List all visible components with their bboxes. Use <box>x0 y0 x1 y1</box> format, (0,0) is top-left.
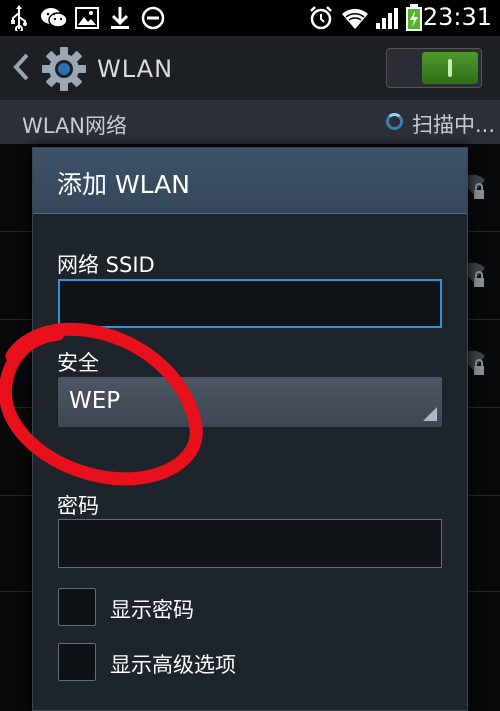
page-title: WLAN <box>97 55 174 83</box>
toggle-thumb-on <box>422 52 478 84</box>
wifi-icon <box>340 4 370 32</box>
usb-icon <box>8 4 30 32</box>
show-password-option[interactable]: 显示密码 <box>58 588 438 628</box>
show-password-label: 显示密码 <box>110 598 194 622</box>
dialog-title: 添加 WLAN <box>57 170 190 199</box>
signal-icon <box>374 4 400 32</box>
status-bar: 23:31 <box>0 0 500 36</box>
download-icon <box>108 4 132 32</box>
show-password-checkbox[interactable] <box>58 588 96 626</box>
settings-gear-icon[interactable] <box>40 45 88 97</box>
image-icon <box>74 4 100 32</box>
show-advanced-checkbox[interactable] <box>58 643 96 681</box>
back-chevron-icon[interactable] <box>12 52 30 86</box>
do-not-disturb-icon <box>140 4 166 32</box>
scanning-spinner-icon <box>386 113 403 130</box>
scan-status: 扫描中... <box>412 113 496 137</box>
dialog-header: 添加 WLAN <box>33 148 467 214</box>
ssid-label: 网络 SSID <box>57 253 155 277</box>
show-advanced-option[interactable]: 显示高级选项 <box>58 643 438 683</box>
battery-charging-icon <box>404 4 424 32</box>
alarm-icon <box>307 4 335 32</box>
section-label: WLAN网络 <box>22 114 128 138</box>
red-annotation-circle <box>0 322 203 486</box>
wlan-networks-header: WLAN网络 扫描中... <box>0 100 500 144</box>
wechat-icon <box>40 4 68 32</box>
clock: 23:31 <box>422 3 492 31</box>
dropdown-corner-icon <box>423 407 437 421</box>
password-label: 密码 <box>57 494 99 518</box>
password-input[interactable] <box>58 519 442 568</box>
show-advanced-label: 显示高级选项 <box>110 653 236 677</box>
wlan-toggle[interactable] <box>386 48 482 88</box>
toggle-on-indicator <box>448 59 452 77</box>
action-bar: WLAN <box>0 36 500 100</box>
